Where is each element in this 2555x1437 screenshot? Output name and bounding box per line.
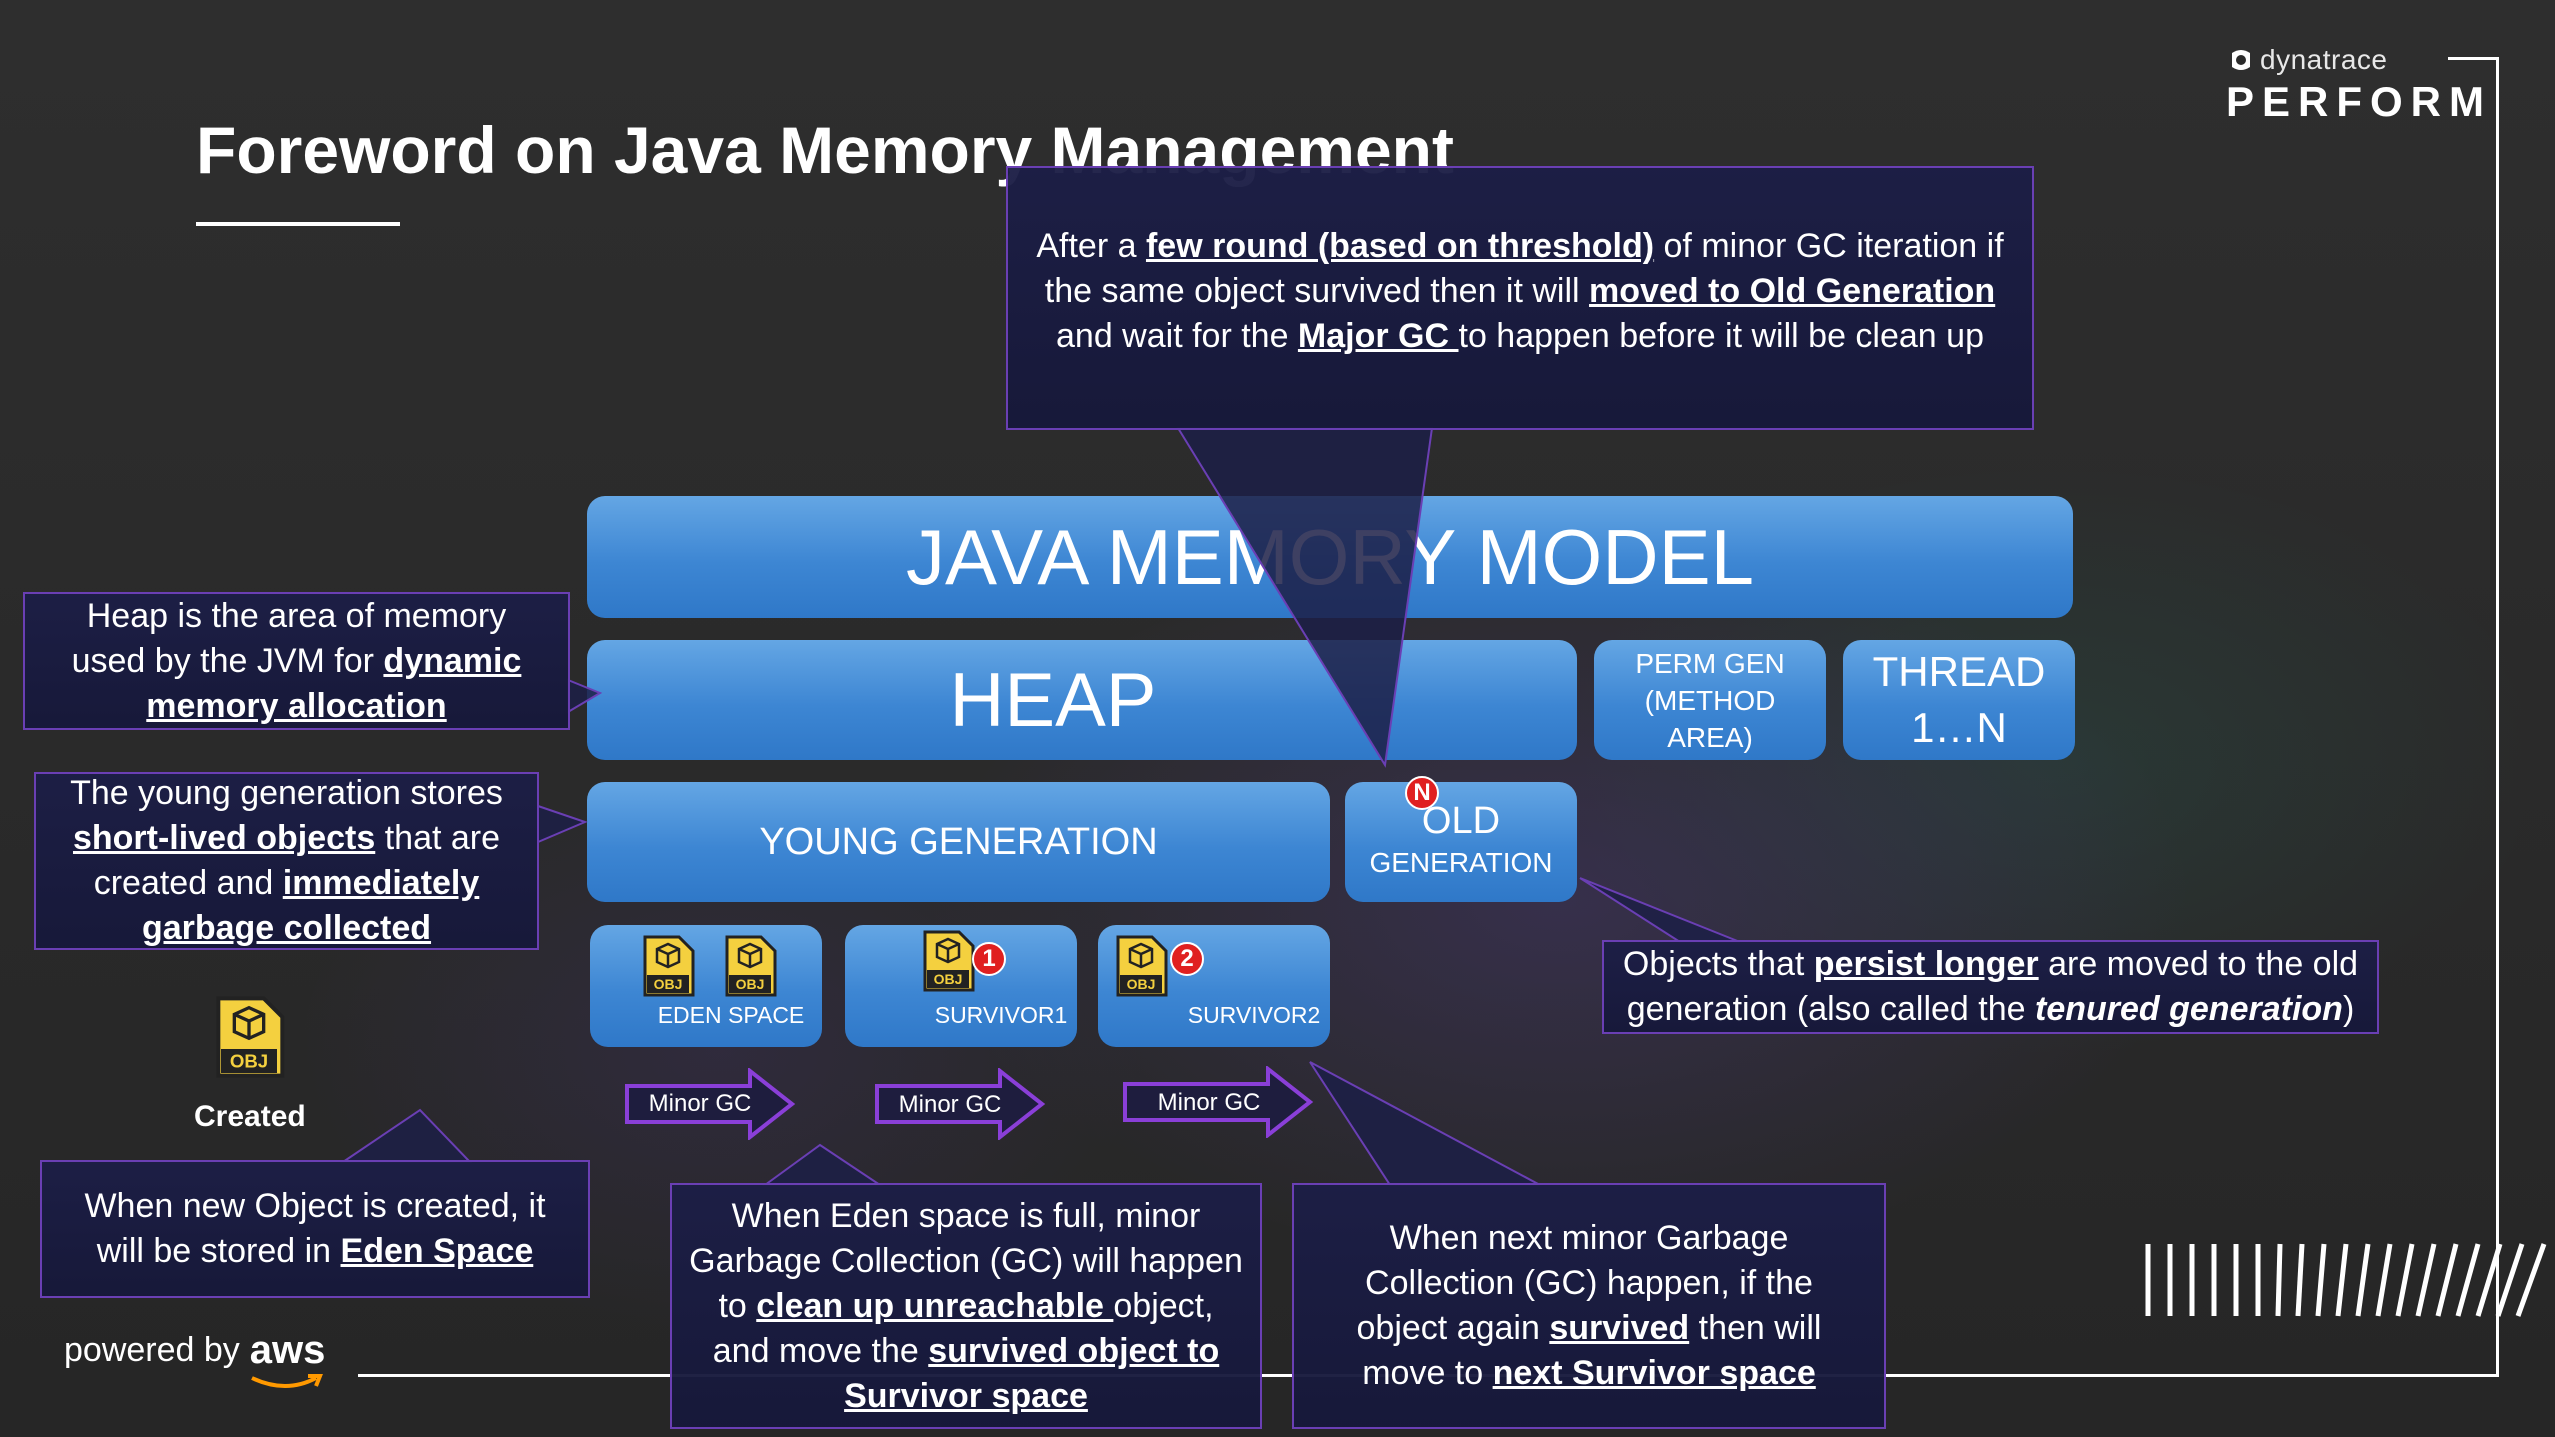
callout-eden-full: When Eden space is full, minor Garbage C… xyxy=(670,1183,1262,1429)
callout-old-generation-promotion: After a few round (based on threshold) o… xyxy=(1006,166,2034,430)
callout-old-emph-2: tenured generation xyxy=(2035,990,2343,1028)
callout-eden-emph-1: clean up unreachable xyxy=(756,1286,1114,1325)
callout-old-text-1: Objects that xyxy=(1622,945,1814,983)
callout-next-minor-gc: When next minor Garbage Collection (GC) … xyxy=(1292,1183,1886,1429)
callout-young-generation: The young generation stores short-lived … xyxy=(34,772,539,950)
callout-top-text-4: and wait for the xyxy=(1056,316,1298,355)
callout-top-text-2: of minor GC iteration if xyxy=(1654,226,2004,265)
callout-young-emph-1: short-lived objects xyxy=(72,819,376,857)
callout-old-emph-1: persist longer xyxy=(1813,945,2039,983)
callout-top-text-1: After a xyxy=(1036,226,1146,265)
callout-top-emph-2: moved to Old Generation xyxy=(1589,271,1996,310)
callout-top-text-5: to happen before it will be clean up xyxy=(1458,316,1984,355)
callout-top-emph-1: few round (based on threshold) xyxy=(1145,226,1655,265)
callout-old-text-3: ) xyxy=(2342,990,2355,1028)
callout-top-text-3: the same object survived then it will xyxy=(1044,271,1590,310)
callout-next-emph-2: next Survivor space xyxy=(1492,1354,1816,1392)
callout-next-emph-1: survived xyxy=(1549,1309,1690,1347)
callout-top-emph-3: Major GC xyxy=(1297,316,1459,355)
callout-created-emph: Eden Space xyxy=(340,1232,534,1270)
callout-young-text-1: The young generation stores xyxy=(70,774,503,812)
callout-heap: Heap is the area of memory used by the J… xyxy=(23,592,570,730)
callout-old-generation: Objects that persist longer are moved to… xyxy=(1602,940,2379,1034)
callout-object-created: When new Object is created, it will be s… xyxy=(40,1160,590,1298)
